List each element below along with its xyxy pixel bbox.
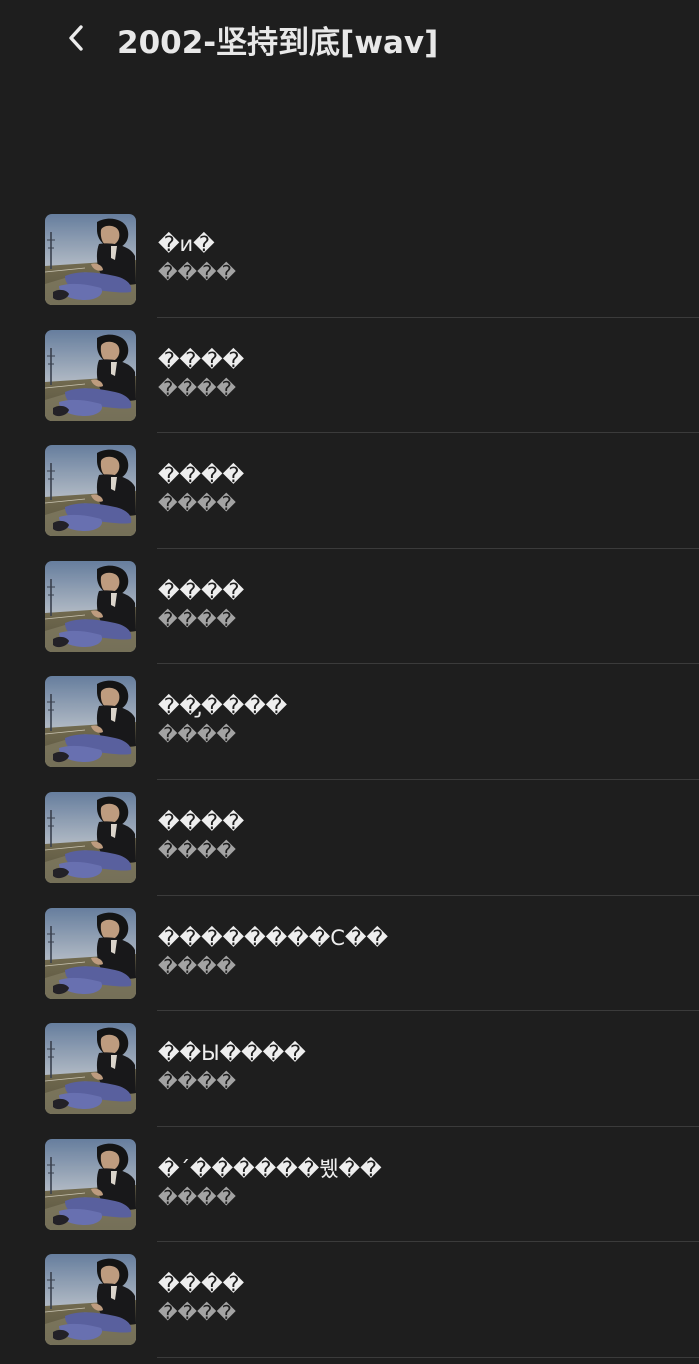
track-artist: ���� — [158, 724, 236, 747]
album-cover — [45, 676, 136, 767]
track-row[interactable]: ���� ���� — [0, 549, 699, 665]
track-artist: ���� — [158, 493, 236, 516]
album-cover — [45, 330, 136, 421]
album-cover — [45, 445, 136, 536]
track-title: ��Ы���� — [158, 1041, 306, 1066]
track-artist: ���� — [158, 1186, 236, 1209]
track-artist: ���� — [158, 955, 236, 978]
track-title: ��̡���� — [158, 694, 288, 719]
track-row[interactable]: ��������C�� ���� — [0, 896, 699, 1012]
track-title: ���� — [158, 578, 245, 603]
track-row[interactable]: �и� ���� — [0, 202, 699, 318]
track-title: ��������C�� — [158, 925, 388, 950]
album-cover — [45, 1254, 136, 1345]
track-artist: ���� — [158, 608, 236, 631]
track-artist: ���� — [158, 1071, 236, 1094]
track-artist: ���� — [158, 262, 236, 284]
album-cover — [45, 1139, 136, 1230]
track-title: ���� — [158, 809, 245, 834]
track-row[interactable]: ���� ���� — [0, 1242, 699, 1358]
top-bar: 2002-坚持到底[wav] — [0, 0, 699, 80]
album-cover — [45, 792, 136, 883]
track-row[interactable]: ���� ���� — [0, 780, 699, 896]
chevron-left-icon — [69, 25, 83, 51]
track-row[interactable]: ���� ���� — [0, 318, 699, 434]
album-cover — [45, 1023, 136, 1114]
track-title: ���� — [158, 1272, 245, 1297]
track-artist: ���� — [158, 839, 236, 862]
album-cover — [45, 561, 136, 652]
track-title: ���� — [158, 347, 245, 372]
album-cover — [45, 214, 136, 305]
track-title: ���� — [158, 463, 245, 488]
divider — [157, 1356, 699, 1358]
back-button[interactable] — [58, 18, 94, 58]
track-row[interactable]: ��Ы���� ���� — [0, 1011, 699, 1127]
track-artist: ���� — [158, 1302, 236, 1325]
track-title: �´������뷌�� — [158, 1156, 382, 1181]
track-row[interactable]: ��̡���� ���� — [0, 664, 699, 780]
album-cover — [45, 908, 136, 999]
track-row[interactable]: ���� ���� — [0, 433, 699, 549]
track-row[interactable]: �´������뷌�� ���� — [0, 1127, 699, 1243]
track-artist: ���� — [158, 377, 236, 400]
page-title: 2002-坚持到底[wav] — [117, 25, 439, 61]
track-title: �и� — [158, 232, 215, 256]
track-list: �и� ���� ���� ���� ���� ���� ���� ���� �… — [0, 202, 699, 1358]
